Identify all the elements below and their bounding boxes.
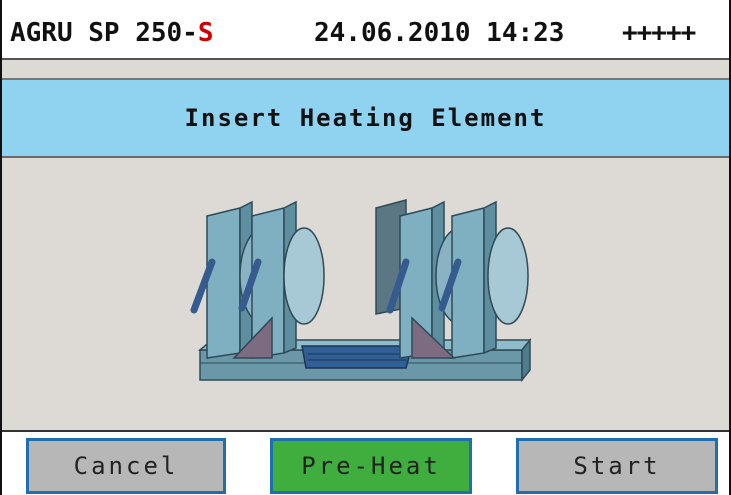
- cancel-button[interactable]: Cancel: [26, 438, 226, 494]
- welding-machine-screen: AGRU SP 250-S 24.06.2010 14:23 +++++ Ins…: [0, 0, 731, 495]
- start-button[interactable]: Start: [516, 438, 718, 494]
- date-time-readout: 24.06.2010 14:23: [314, 18, 565, 48]
- illustration-area: [2, 158, 729, 430]
- butt-fusion-welding-machine-icon: [190, 199, 532, 383]
- status-header: AGRU SP 250-S 24.06.2010 14:23 +++++: [2, 0, 729, 60]
- instruction-banner: Insert Heating Element: [2, 80, 729, 158]
- preheat-button[interactable]: Pre-Heat: [270, 438, 472, 494]
- machine-model-name: AGRU SP 250-: [10, 18, 198, 48]
- machine-model: AGRU SP 250-S: [10, 18, 214, 48]
- button-bar: Cancel Pre-Heat Start: [2, 430, 729, 495]
- separator-strip: [2, 60, 729, 80]
- machine-model-suffix: S: [197, 18, 214, 48]
- signal-indicator: +++++: [622, 18, 696, 48]
- instruction-text: Insert Heating Element: [184, 104, 547, 132]
